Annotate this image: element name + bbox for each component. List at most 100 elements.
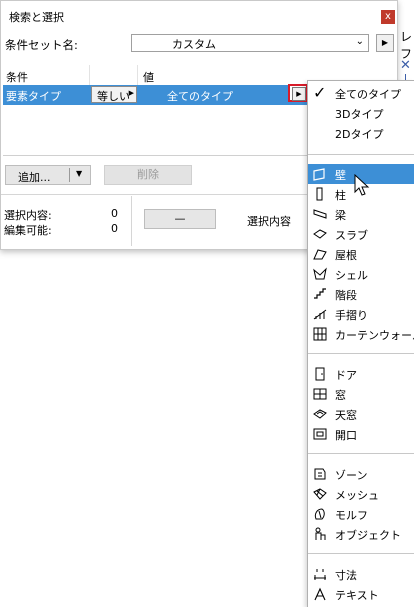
menu-separator: [308, 553, 414, 554]
menu-item-zone[interactable]: ゾーン: [308, 464, 414, 484]
menu-item-object[interactable]: オブジェクト: [308, 524, 414, 544]
header-divider: [137, 65, 138, 85]
play-arrow-icon: ▶: [381, 38, 389, 47]
value-menu-button[interactable]: ▶: [288, 84, 308, 102]
menu-item-label: 手摺り: [335, 309, 368, 322]
menu-item-2d-types[interactable]: 2Dタイプ: [308, 123, 414, 143]
title-bar[interactable]: 検索と選択 x: [1, 1, 397, 29]
menu-item-skylight[interactable]: 天窓: [308, 404, 414, 424]
menu-item-window[interactable]: 窓: [308, 384, 414, 404]
menu-item-slab[interactable]: スラブ: [308, 224, 414, 244]
criteria-set-menu-button[interactable]: ▶: [376, 34, 394, 52]
menu-item-beam[interactable]: 梁: [308, 204, 414, 224]
window-icon: [313, 388, 327, 400]
row-condition: 要素タイプ: [6, 90, 61, 103]
opening-icon: [313, 428, 327, 440]
menu-item-all-types[interactable]: ✓ 全てのタイプ: [308, 83, 414, 103]
operator-label: 等しい: [97, 90, 130, 103]
menu-item-3d-types[interactable]: 3Dタイプ: [308, 103, 414, 123]
section-divider: [1, 194, 307, 195]
dropdown-arrow-icon[interactable]: ▼: [76, 169, 82, 178]
menu-item-text[interactable]: テキスト: [308, 584, 414, 604]
object-icon: [315, 527, 326, 540]
play-arrow-icon: ▶: [128, 89, 134, 97]
element-type-menu: ✓ 全てのタイプ 3Dタイプ 2Dタイプ 壁 柱 梁 スラブ 屋根 シェル 階段…: [307, 80, 414, 607]
editable-count-value: 0: [111, 222, 118, 235]
menu-item-label: 壁: [335, 169, 346, 182]
menu-item-label: 天窓: [335, 409, 357, 422]
menu-item-label: 2Dタイプ: [335, 128, 384, 141]
morph-icon: [314, 508, 325, 520]
close-button[interactable]: x: [381, 10, 395, 24]
menu-separator: [308, 353, 414, 354]
editable-count-label: 編集可能:: [4, 224, 52, 237]
menu-item-railing[interactable]: 手摺り: [308, 304, 414, 324]
menu-item-curtain-wall[interactable]: カーテンウォール: [308, 324, 414, 344]
menu-item-label: 階段: [335, 289, 357, 302]
menu-item-label: ドア: [335, 369, 357, 382]
menu-item-dimension[interactable]: 寸法: [308, 564, 414, 584]
criteria-set-dropdown[interactable]: カスタム ⌄: [131, 34, 369, 52]
menu-item-label: 開口: [335, 429, 357, 442]
door-icon: [315, 367, 325, 381]
menu-separator: [308, 453, 414, 454]
slab-icon: [313, 229, 327, 239]
menu-item-label: シェル: [335, 269, 368, 282]
menu-item-shell[interactable]: シェル: [308, 264, 414, 284]
menu-item-label: テキスト: [335, 589, 379, 602]
header-condition: 条件: [6, 71, 28, 84]
menu-item-label: 柱: [335, 189, 346, 202]
operator-dropdown[interactable]: 等しい ▶: [91, 86, 137, 103]
column-icon: [316, 187, 323, 201]
menu-item-opening[interactable]: 開口: [308, 424, 414, 444]
menu-item-label: 全てのタイプ: [335, 88, 401, 101]
delete-button[interactable]: 削除: [104, 165, 192, 185]
zone-icon: [314, 468, 326, 480]
split-divider: [69, 168, 70, 182]
remove-selection-button[interactable]: —: [144, 209, 216, 229]
table-row[interactable]: 要素タイプ 等しい ▶ 全てのタイプ: [3, 85, 309, 105]
menu-item-label: モルフ: [335, 509, 368, 522]
menu-item-label: オブジェクト: [335, 529, 401, 542]
add-button[interactable]: 追加... ▼: [5, 165, 91, 185]
shell-icon: [313, 267, 327, 280]
mouse-cursor-icon: [354, 174, 370, 196]
menu-item-door[interactable]: ドア: [308, 364, 414, 384]
dimension-icon: [314, 569, 326, 580]
curtain-wall-icon: [313, 327, 327, 341]
vertical-divider: [131, 196, 132, 246]
menu-item-morph[interactable]: モルフ: [308, 504, 414, 524]
wall-icon: [313, 168, 325, 181]
menu-item-label: ゾーン: [335, 469, 368, 482]
railing-icon: [313, 309, 327, 320]
menu-item-label: 寸法: [335, 569, 357, 582]
table-divider: [3, 155, 309, 156]
menu-item-label: スラブ: [335, 229, 368, 242]
menu-item-mesh[interactable]: メッシュ: [308, 484, 414, 504]
row-value: 全てのタイプ: [167, 90, 233, 103]
selection-count-label: 選択内容:: [4, 209, 52, 222]
beam-icon: [313, 209, 327, 219]
selection-count-value: 0: [111, 207, 118, 220]
menu-item-label: 屋根: [335, 249, 357, 262]
header-divider: [89, 65, 90, 85]
header-value: 値: [143, 71, 154, 84]
background-text: レフ: [400, 30, 413, 61]
menu-item-label: 梁: [335, 209, 346, 222]
menu-item-label: 窓: [335, 389, 346, 402]
menu-separator: [308, 154, 414, 155]
text-icon: [314, 587, 326, 601]
menu-item-label: カーテンウォール: [335, 329, 414, 342]
add-button-label: 追加...: [18, 171, 51, 184]
dialog-title: 検索と選択: [9, 11, 64, 24]
checkmark-icon: ✓: [313, 83, 327, 102]
menu-item-label: 3Dタイプ: [335, 108, 384, 121]
mesh-icon: [313, 488, 327, 500]
selection-button-label: 選択内容: [247, 215, 291, 228]
criteria-set-label: 条件セット名:: [5, 38, 78, 52]
background-x-icon: ✕: [400, 58, 411, 73]
menu-item-stair[interactable]: 階段: [308, 284, 414, 304]
criteria-set-value: カスタム: [172, 38, 216, 51]
chevron-down-icon: ⌄: [355, 36, 364, 47]
menu-item-roof[interactable]: 屋根: [308, 244, 414, 264]
